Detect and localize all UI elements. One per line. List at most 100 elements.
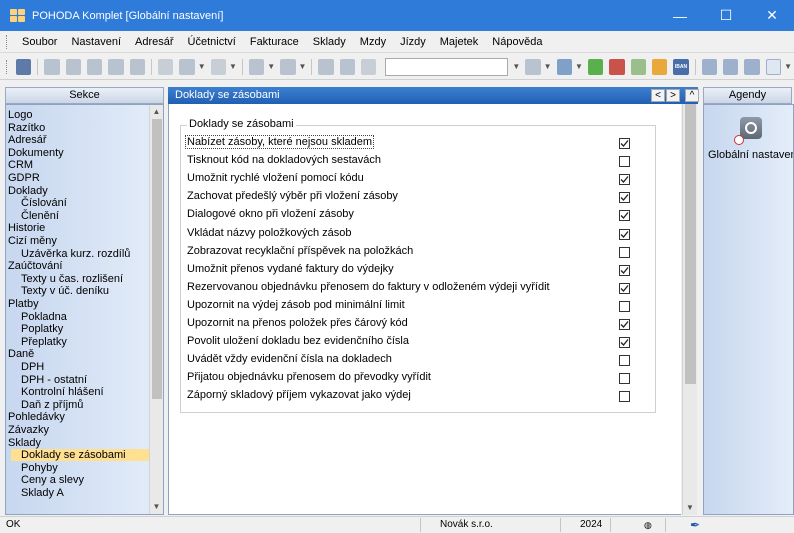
sekce-item[interactable]: Zaúčtování (8, 260, 62, 272)
new-document-icon[interactable] (157, 58, 174, 75)
chevron-down-icon[interactable]: ▼ (267, 62, 275, 71)
menu-majetek[interactable]: Majetek (433, 36, 486, 48)
sekce-item[interactable]: Závazky (8, 424, 49, 436)
stock-icon[interactable] (556, 58, 572, 75)
option-checkbox[interactable] (619, 192, 630, 204)
maximize-button[interactable]: ☐ (703, 0, 749, 31)
copy-icon[interactable] (361, 58, 377, 75)
quick-filter-icon[interactable] (525, 58, 541, 75)
option-label[interactable]: Rezervovanou objednávku přenosem do fakt… (187, 281, 550, 293)
select-icon[interactable] (339, 58, 356, 75)
main-scroll-up-icon[interactable]: ^ (685, 89, 699, 102)
toolbar-grip-icon[interactable] (6, 59, 9, 74)
tools-icon[interactable] (179, 58, 195, 75)
option-checkbox[interactable] (619, 264, 630, 276)
menu-grip-icon[interactable] (6, 34, 9, 49)
option-label[interactable]: Záporný skladový příjem vykazovat jako v… (187, 389, 411, 401)
minimize-button[interactable]: — (657, 0, 703, 31)
chevron-down-icon[interactable]: ▼ (544, 62, 552, 71)
sekce-scrollbar[interactable]: ▲ ▼ (149, 105, 163, 514)
sekce-item[interactable]: GDPR (8, 172, 40, 184)
sekce-item[interactable]: Dokumenty (8, 147, 64, 159)
close-button[interactable]: ✕ (749, 0, 794, 31)
option-checkbox[interactable] (619, 319, 630, 330)
layout-icon[interactable] (701, 58, 717, 75)
menu-ucetnictvi[interactable]: Účetnictví (181, 36, 243, 48)
sekce-item[interactable]: Ceny a slevy (21, 474, 84, 486)
table-icon[interactable] (722, 58, 739, 75)
users-icon[interactable] (651, 58, 668, 75)
sekce-item[interactable]: DPH - ostatní (21, 374, 87, 386)
menu-fakturace[interactable]: Fakturace (243, 36, 306, 48)
option-label[interactable]: Upozornit na výdej zásob pod minimální l… (187, 299, 405, 311)
sekce-item[interactable]: Texty v úč. deníku (21, 285, 109, 297)
email-icon[interactable] (129, 58, 146, 75)
chevron-down-icon[interactable]: ▼ (512, 62, 520, 71)
option-label[interactable]: Nabízet zásoby, které nejsou skladem (184, 135, 375, 149)
option-label[interactable]: Zachovat předešlý výběr při vložení záso… (187, 190, 398, 202)
nav-next-button[interactable]: > (666, 89, 680, 102)
option-label[interactable]: Přijatou objednávku přenosem do převodky… (187, 371, 431, 383)
sekce-item[interactable]: Členění (21, 210, 59, 222)
sekce-item[interactable]: Číslování (21, 197, 67, 209)
filter-icon[interactable] (318, 58, 334, 75)
option-checkbox[interactable] (619, 300, 630, 312)
help-icon[interactable] (765, 58, 782, 75)
scroll-down-icon[interactable]: ▼ (683, 501, 697, 515)
sekce-item[interactable]: Přeplatky (21, 336, 67, 348)
sekce-item[interactable]: Razítko (8, 122, 45, 134)
sekce-item[interactable]: Daň z příjmů (21, 399, 83, 411)
sekce-item[interactable]: Uzávěrka kurz. rozdílů (21, 248, 130, 260)
option-checkbox[interactable] (619, 156, 630, 168)
chevron-down-icon[interactable]: ▼ (299, 62, 307, 71)
option-checkbox[interactable] (619, 228, 630, 240)
sekce-item[interactable]: Adresář (8, 134, 47, 146)
calendar-icon[interactable] (609, 58, 625, 75)
sekce-item[interactable]: Texty u čas. rozlišení (21, 273, 123, 285)
sekce-item[interactable]: Sklady (8, 437, 41, 449)
preview-icon[interactable] (86, 58, 103, 75)
option-checkbox[interactable] (619, 282, 630, 294)
sekce-item[interactable]: Logo (8, 109, 32, 121)
chevron-down-icon[interactable]: ▼ (198, 62, 206, 71)
main-scrollbar[interactable]: ▼ (682, 104, 697, 515)
menu-mzdy[interactable]: Mzdy (353, 36, 393, 48)
option-checkbox[interactable] (619, 355, 630, 367)
monitor-icon[interactable] (587, 58, 604, 75)
sekce-item[interactable]: Pohyby (21, 462, 58, 474)
back-arrow-icon[interactable] (248, 58, 265, 75)
nav-prev-button[interactable]: < (651, 89, 665, 102)
option-checkbox[interactable] (619, 391, 630, 403)
chevron-down-icon[interactable]: ▼ (229, 62, 237, 71)
sekce-item[interactable]: Doklady se zásobami (11, 449, 149, 462)
sekce-item[interactable]: Historie (8, 222, 45, 234)
option-label[interactable]: Povolit uložení dokladu bez evidenčního … (187, 335, 409, 347)
sekce-item[interactable]: Pokladna (21, 311, 67, 323)
form-icon[interactable] (744, 58, 760, 75)
option-label[interactable]: Upozornit na přenos položek přes čárový … (187, 317, 408, 329)
option-checkbox[interactable] (619, 246, 630, 258)
option-checkbox[interactable] (619, 337, 630, 349)
menu-soubor[interactable]: Soubor (15, 36, 64, 48)
option-label[interactable]: Umožnit rychlé vložení pomocí kódu (187, 172, 364, 184)
menu-adresar[interactable]: Adresář (128, 36, 181, 48)
option-checkbox[interactable] (619, 373, 630, 385)
menu-jizdy[interactable]: Jízdy (393, 36, 433, 48)
sekce-item[interactable]: CRM (8, 159, 33, 171)
option-label[interactable]: Vkládat názvy položkových zásob (187, 227, 351, 239)
sekce-item[interactable]: Platby (8, 298, 39, 310)
option-label[interactable]: Zobrazovat recyklační příspěvek na polož… (187, 245, 413, 257)
print-icon[interactable] (65, 58, 81, 75)
iban-icon[interactable]: IBAN (673, 58, 689, 75)
option-label[interactable]: Umožnit přenos vydané faktury do výdejky (187, 263, 394, 275)
records-icon[interactable] (210, 58, 226, 75)
main-scroll-thumb[interactable] (685, 104, 696, 384)
save-icon[interactable] (44, 58, 60, 75)
sekce-scroll-thumb[interactable] (152, 119, 162, 399)
export-icon[interactable] (108, 58, 124, 75)
sekce-item[interactable]: Sklady A (21, 487, 64, 499)
option-checkbox[interactable] (619, 210, 630, 222)
menu-napoveda[interactable]: Nápověda (485, 36, 549, 48)
sekce-item[interactable]: DPH (21, 361, 44, 373)
menu-sklady[interactable]: Sklady (306, 36, 353, 48)
